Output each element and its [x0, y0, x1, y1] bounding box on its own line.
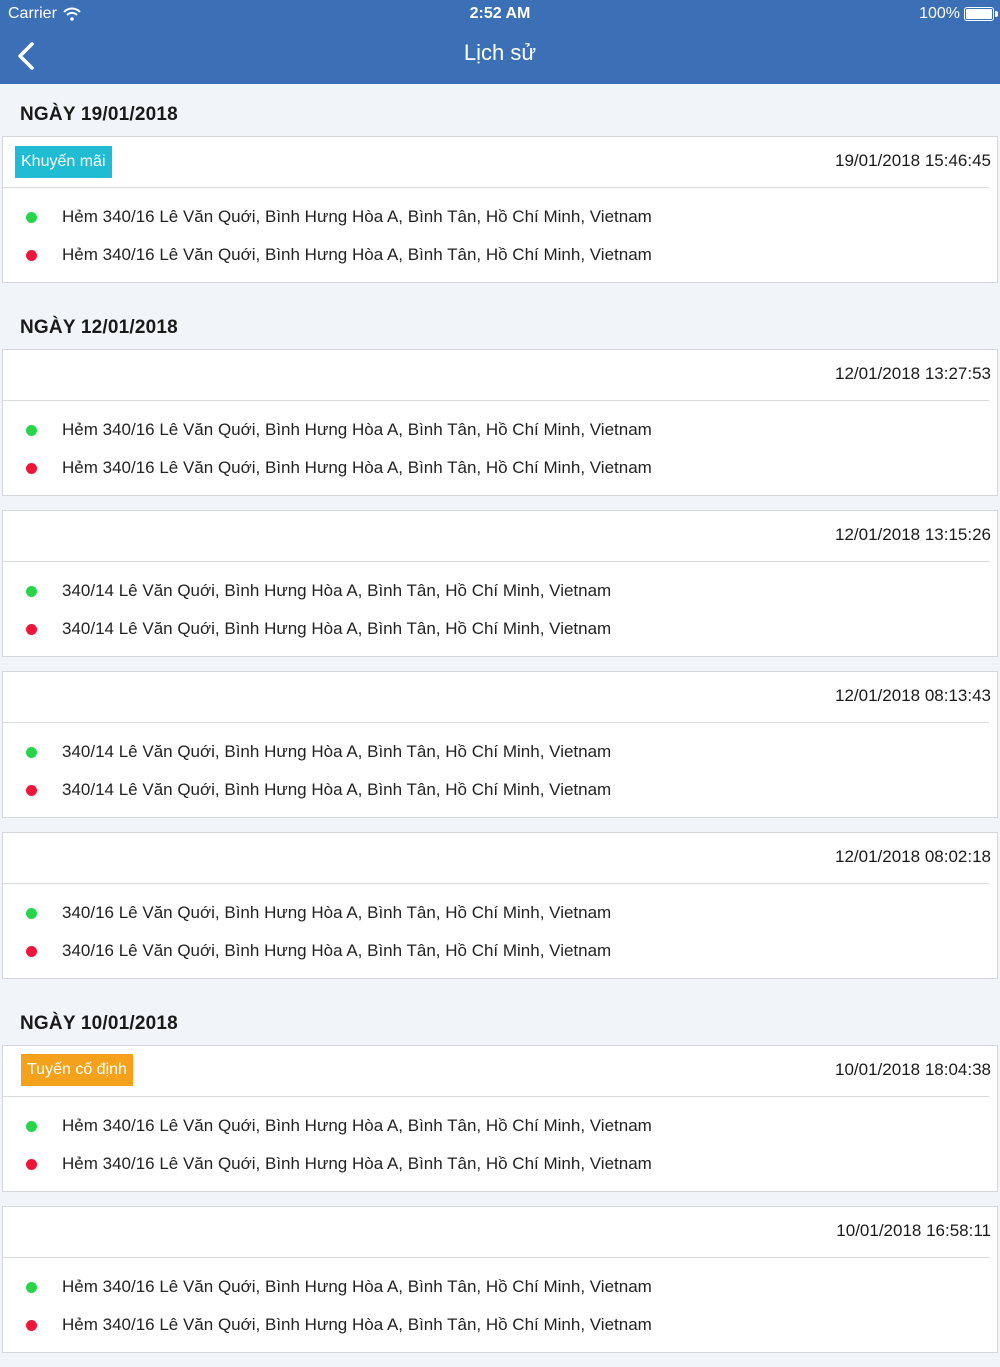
- red-dot-icon: [26, 1158, 37, 1170]
- trip-card[interactable]: Tuyến cố định 10/01/2018 18:04:38 Hẻm 340/…: [2, 1045, 998, 1192]
- trip-card-header: 12/01/2018 08:02:18: [3, 833, 991, 884]
- pickup-address: 340/14 Lê Văn Quới, Bình Hưng Hòa A, Bìn…: [62, 581, 612, 600]
- dropoff-row: Hẻm 340/16 Lê Văn Quới, Bình Hưng Hòa A,…: [3, 1306, 997, 1344]
- trip-timestamp: 12/01/2018 08:02:18: [835, 847, 991, 866]
- pickup-row: Hẻm 340/16 Lê Văn Quới, Bình Hưng Hòa A,…: [3, 1268, 997, 1306]
- status-bar: Carrier 2:52 AM 100%: [0, 0, 1000, 28]
- green-dot-icon: [26, 211, 37, 223]
- green-dot-icon: [26, 1281, 37, 1293]
- red-dot-icon: [26, 249, 37, 261]
- dropoff-row: 340/16 Lê Văn Quới, Bình Hưng Hòa A, Bìn…: [3, 932, 997, 970]
- battery-status: 100%: [919, 5, 998, 23]
- trip-timestamp: 12/01/2018 08:13:43: [835, 686, 991, 705]
- trip-route: Hẻm 340/16 Lê Văn Quới, Bình Hưng Hòa A,…: [3, 1258, 997, 1352]
- pickup-row: 340/16 Lê Văn Quới, Bình Hưng Hòa A, Bìn…: [3, 894, 997, 932]
- trip-card[interactable]: 12/01/2018 08:02:18 340/16 Lê Văn Quới, B…: [2, 832, 998, 979]
- trip-card[interactable]: Khuyến mãi 19/01/2018 15:46:45 Hẻm 340/16 …: [2, 136, 998, 283]
- pickup-row: 340/14 Lê Văn Quới, Bình Hưng Hòa A, Bìn…: [3, 733, 997, 771]
- dropoff-row: 340/14 Lê Văn Quới, Bình Hưng Hòa A, Bìn…: [3, 610, 997, 648]
- trip-card-header: 12/01/2018 13:15:26: [3, 511, 991, 562]
- pickup-address: 340/14 Lê Văn Quới, Bình Hưng Hòa A, Bìn…: [62, 742, 612, 761]
- nav-bar: Carrier 2:52 AM 100% Lịch sử: [0, 0, 1000, 84]
- trip-card-header: 12/01/2018 13:27:53: [3, 350, 991, 401]
- history-list[interactable]: NGÀY 19/01/2018 Khuyến mãi 19/01/2018 15:4…: [0, 84, 1000, 1367]
- trip-timestamp: 12/01/2018 13:15:26: [835, 525, 991, 544]
- trip-card[interactable]: 10/01/2018 16:58:11 Hẻm 340/16 Lê Văn Quớ…: [2, 1206, 998, 1353]
- fixed-route-tag: Tuyến cố định: [21, 1054, 133, 1086]
- green-dot-icon: [26, 1120, 37, 1132]
- pickup-address: Hẻm 340/16 Lê Văn Quới, Bình Hưng Hòa A,…: [62, 1116, 652, 1135]
- dropoff-address: 340/14 Lê Văn Quới, Bình Hưng Hòa A, Bìn…: [62, 780, 612, 799]
- dropoff-address: Hẻm 340/16 Lê Văn Quới, Bình Hưng Hòa A,…: [62, 1315, 652, 1334]
- day-header: NGÀY 12/01/2018: [20, 317, 178, 338]
- green-dot-icon: [26, 907, 37, 919]
- trip-timestamp: 10/01/2018 18:04:38: [835, 1060, 991, 1079]
- dropoff-row: Hẻm 340/16 Lê Văn Quới, Bình Hưng Hòa A,…: [3, 449, 997, 487]
- trip-timestamp: 19/01/2018 15:46:45: [835, 151, 991, 170]
- page-title: Lịch sử: [463, 40, 537, 65]
- dropoff-address: 340/16 Lê Văn Quới, Bình Hưng Hòa A, Bìn…: [62, 941, 612, 960]
- dropoff-row: Hẻm 340/16 Lê Văn Quới, Bình Hưng Hòa A,…: [3, 1145, 997, 1183]
- green-dot-icon: [26, 585, 37, 597]
- trip-route: Hẻm 340/16 Lê Văn Quới, Bình Hưng Hòa A,…: [3, 1097, 997, 1191]
- trip-route: Hẻm 340/16 Lê Văn Quới, Bình Hưng Hòa A,…: [3, 401, 997, 495]
- green-dot-icon: [26, 746, 37, 758]
- dropoff-row: Hẻm 340/16 Lê Văn Quới, Bình Hưng Hòa A,…: [3, 236, 997, 274]
- pickup-row: Hẻm 340/16 Lê Văn Quới, Bình Hưng Hòa A,…: [3, 411, 997, 449]
- trip-timestamp: 12/01/2018 13:27:53: [835, 364, 991, 383]
- trip-card[interactable]: 12/01/2018 08:13:43 340/14 Lê Văn Quới, B…: [2, 671, 998, 818]
- trip-card[interactable]: 12/01/2018 13:27:53 Hẻm 340/16 Lê Văn Quớ…: [2, 349, 998, 496]
- dropoff-address: Hẻm 340/16 Lê Văn Quới, Bình Hưng Hòa A,…: [62, 245, 652, 264]
- battery-percent: 100%: [919, 5, 960, 22]
- pickup-address: Hẻm 340/16 Lê Văn Quới, Bình Hưng Hòa A,…: [62, 1277, 652, 1296]
- dropoff-address: Hẻm 340/16 Lê Văn Quới, Bình Hưng Hòa A,…: [62, 1154, 652, 1173]
- red-dot-icon: [26, 1319, 37, 1331]
- trip-card-header: Tuyến cố định 10/01/2018 18:04:38: [3, 1046, 991, 1097]
- trip-route: 340/16 Lê Văn Quới, Bình Hưng Hòa A, Bìn…: [3, 884, 997, 978]
- pickup-row: Hẻm 340/16 Lê Văn Quới, Bình Hưng Hòa A,…: [3, 198, 997, 236]
- red-dot-icon: [26, 462, 37, 474]
- red-dot-icon: [26, 784, 37, 796]
- trip-route: 340/14 Lê Văn Quới, Bình Hưng Hòa A, Bìn…: [3, 723, 997, 817]
- promo-tag: Khuyến mãi: [15, 146, 112, 178]
- battery-icon: [964, 7, 998, 21]
- trip-card-header: 10/01/2018 16:58:11: [3, 1207, 991, 1258]
- trip-route: Hẻm 340/16 Lê Văn Quới, Bình Hưng Hòa A,…: [3, 188, 997, 282]
- pickup-row: 340/14 Lê Văn Quới, Bình Hưng Hòa A, Bìn…: [3, 572, 997, 610]
- dropoff-row: 340/14 Lê Văn Quới, Bình Hưng Hòa A, Bìn…: [3, 771, 997, 809]
- red-dot-icon: [26, 945, 37, 957]
- pickup-address: 340/16 Lê Văn Quới, Bình Hưng Hòa A, Bìn…: [62, 903, 612, 922]
- trip-route: 340/14 Lê Văn Quới, Bình Hưng Hòa A, Bìn…: [3, 562, 997, 656]
- pickup-row: Hẻm 340/16 Lê Văn Quới, Bình Hưng Hòa A,…: [3, 1107, 997, 1145]
- day-header: NGÀY 10/01/2018: [20, 1013, 178, 1034]
- day-header: NGÀY 19/01/2018: [20, 104, 178, 125]
- pickup-address: Hẻm 340/16 Lê Văn Quới, Bình Hưng Hòa A,…: [62, 420, 652, 439]
- trip-card[interactable]: 12/01/2018 13:15:26 340/14 Lê Văn Quới, B…: [2, 510, 998, 657]
- trip-card-header: Khuyến mãi 19/01/2018 15:46:45: [3, 137, 991, 188]
- dropoff-address: 340/14 Lê Văn Quới, Bình Hưng Hòa A, Bìn…: [62, 619, 612, 638]
- pickup-address: Hẻm 340/16 Lê Văn Quới, Bình Hưng Hòa A,…: [62, 207, 652, 226]
- status-time: 2:52 AM: [469, 5, 531, 22]
- trip-timestamp: 10/01/2018 16:58:11: [836, 1221, 991, 1240]
- trip-card-header: 12/01/2018 08:13:43: [3, 672, 991, 723]
- green-dot-icon: [26, 424, 37, 436]
- red-dot-icon: [26, 623, 37, 635]
- dropoff-address: Hẻm 340/16 Lê Văn Quới, Bình Hưng Hòa A,…: [62, 458, 652, 477]
